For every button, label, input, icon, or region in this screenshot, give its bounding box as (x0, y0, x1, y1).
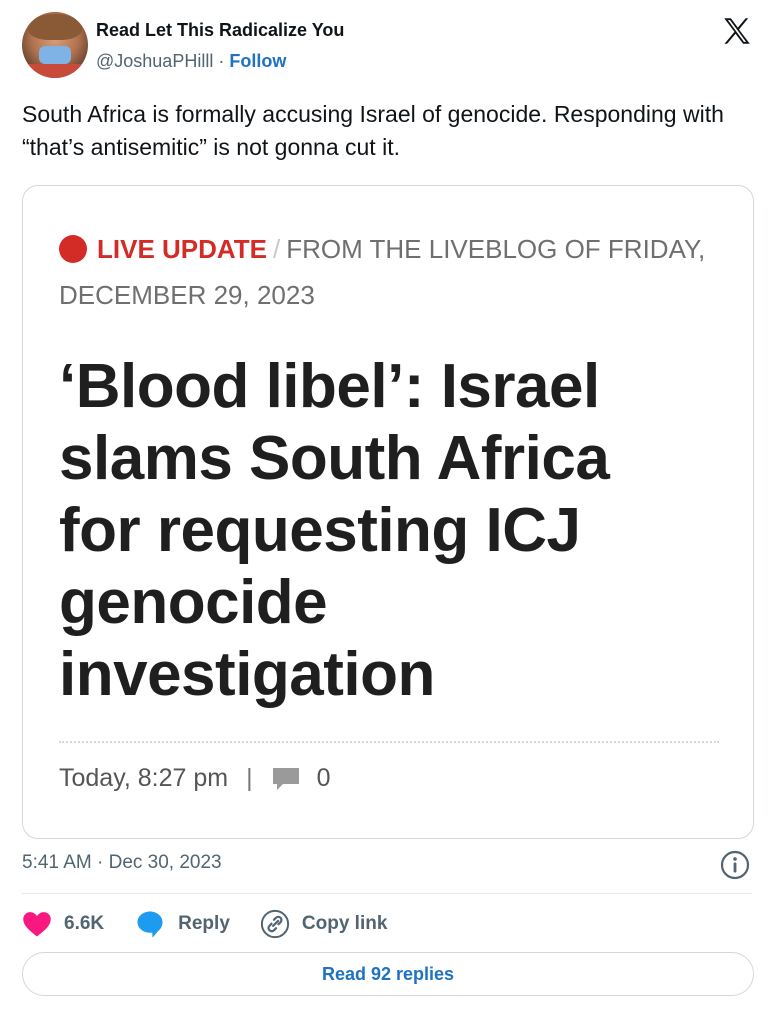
link-preview-card[interactable]: LIVE UPDATE / FROM THE LIVEBLOG OF FRIDAY,… (22, 185, 754, 839)
reply-label: Reply (178, 913, 230, 934)
x-logo-icon[interactable] (720, 14, 754, 48)
live-update-label: LIVE UPDATE (97, 234, 267, 264)
avatar[interactable] (22, 12, 88, 78)
article-headline[interactable]: ‘Blood libel’: Israel slams South Africa… (59, 351, 699, 711)
author-name[interactable]: Read Let This Radicalize You (96, 20, 344, 41)
handle-separator: · (218, 51, 225, 71)
avatar-hair (28, 14, 82, 40)
tweet-timestamp[interactable]: 5:41 AM · Dec 30, 2023 (22, 852, 222, 874)
like-count: 6.6K (64, 913, 105, 934)
live-update-row: LIVE UPDATE / FROM THE LIVEBLOG OF FRIDAY,… (59, 226, 739, 318)
follow-button[interactable]: Follow (229, 51, 286, 71)
comment-icon[interactable] (271, 766, 301, 792)
copy-link-label: Copy link (301, 913, 388, 934)
like-button[interactable]: 6.6K (22, 910, 104, 938)
read-replies-button[interactable]: Read 92 replies (22, 952, 754, 996)
actions-divider (22, 893, 752, 894)
meta-separator: | (246, 764, 253, 792)
avatar-shirt (22, 64, 88, 78)
info-icon[interactable] (720, 850, 750, 880)
card-divider (59, 741, 719, 743)
author-handle[interactable]: @JoshuaPHilll (96, 51, 213, 71)
avatar-mask (39, 46, 71, 64)
comment-count: 0 (316, 764, 331, 792)
live-dot-icon (59, 235, 87, 263)
heart-icon (23, 912, 51, 937)
link-icon (260, 909, 290, 939)
reply-bubble-icon (137, 911, 163, 938)
copy-link-button[interactable]: Copy link (260, 909, 388, 939)
actions-bar: 6.6K Reply Copy link (22, 906, 417, 942)
handle-row: @JoshuaPHilll · Follow (96, 51, 286, 72)
article-meta-row: Today, 8:27 pm | 0 (59, 764, 331, 793)
live-slash: / (272, 234, 281, 264)
tweet-text: South Africa is formally accusing Israel… (22, 101, 724, 160)
article-time: Today, 8:27 pm (59, 764, 229, 792)
reply-button[interactable]: Reply (134, 909, 230, 939)
